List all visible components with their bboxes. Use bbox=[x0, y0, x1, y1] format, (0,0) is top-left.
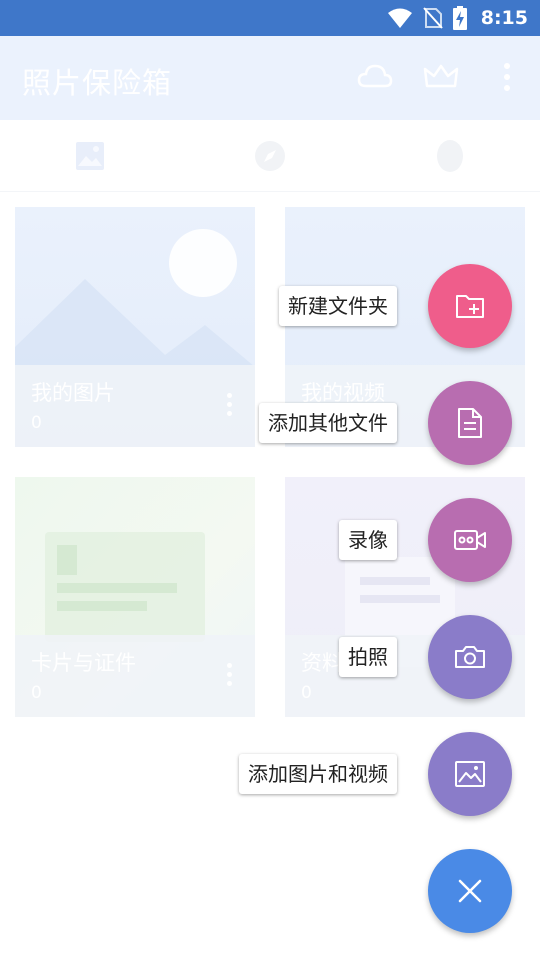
compass-icon bbox=[255, 141, 285, 171]
add-other-files-button[interactable] bbox=[428, 381, 512, 465]
image-icon bbox=[76, 142, 104, 170]
tab-photos[interactable] bbox=[0, 120, 180, 192]
album-count: 0 bbox=[31, 683, 42, 703]
cloud-icon[interactable] bbox=[357, 62, 393, 92]
album-card-cards[interactable]: 卡片与证件 0 bbox=[15, 477, 255, 717]
album-title: 卡片与证件 bbox=[31, 651, 136, 675]
album-menu-button[interactable] bbox=[227, 393, 233, 419]
take-photo-button[interactable] bbox=[428, 615, 512, 699]
album-count: 0 bbox=[301, 683, 312, 703]
document-icon bbox=[458, 408, 482, 438]
fab-label-add-other-files[interactable]: 添加其他文件 bbox=[259, 403, 397, 443]
fab-label-take-photo[interactable]: 拍照 bbox=[339, 637, 397, 677]
album-card-photos[interactable]: 我的图片 0 bbox=[15, 207, 255, 447]
image-icon bbox=[455, 761, 485, 787]
add-photos-videos-button[interactable] bbox=[428, 732, 512, 816]
fab-label-new-folder[interactable]: 新建文件夹 bbox=[279, 286, 397, 326]
lock-icon bbox=[437, 140, 463, 172]
app-title: 照片保险箱 bbox=[22, 66, 173, 100]
camera-icon bbox=[455, 646, 485, 668]
tab-bar bbox=[0, 120, 540, 192]
folder-add-icon bbox=[456, 295, 484, 318]
close-fab-button[interactable] bbox=[428, 849, 512, 933]
record-video-button[interactable] bbox=[428, 498, 512, 582]
tab-discover[interactable] bbox=[180, 120, 360, 192]
status-time: 8:15 bbox=[480, 7, 528, 29]
tab-private[interactable] bbox=[360, 120, 540, 192]
album-title: 我的图片 bbox=[31, 381, 115, 405]
video-camera-icon bbox=[454, 530, 486, 550]
app-bar: 照片保险箱 bbox=[0, 36, 540, 120]
no-sim-icon bbox=[422, 7, 443, 29]
album-title: 资料 bbox=[301, 651, 343, 675]
fab-label-add-photos-videos[interactable]: 添加图片和视频 bbox=[239, 754, 397, 794]
album-count: 0 bbox=[31, 413, 42, 433]
crown-icon[interactable] bbox=[423, 62, 459, 92]
new-folder-button[interactable] bbox=[428, 264, 512, 348]
status-icons: 8:15 bbox=[387, 0, 528, 36]
close-icon bbox=[458, 879, 482, 903]
status-bar: 8:15 bbox=[0, 0, 540, 36]
more-vert-icon[interactable] bbox=[502, 62, 512, 92]
fab-label-record-video[interactable]: 录像 bbox=[339, 520, 397, 560]
battery-charging-icon bbox=[452, 6, 467, 30]
wifi-icon bbox=[387, 8, 412, 28]
album-menu-button[interactable] bbox=[227, 663, 233, 689]
